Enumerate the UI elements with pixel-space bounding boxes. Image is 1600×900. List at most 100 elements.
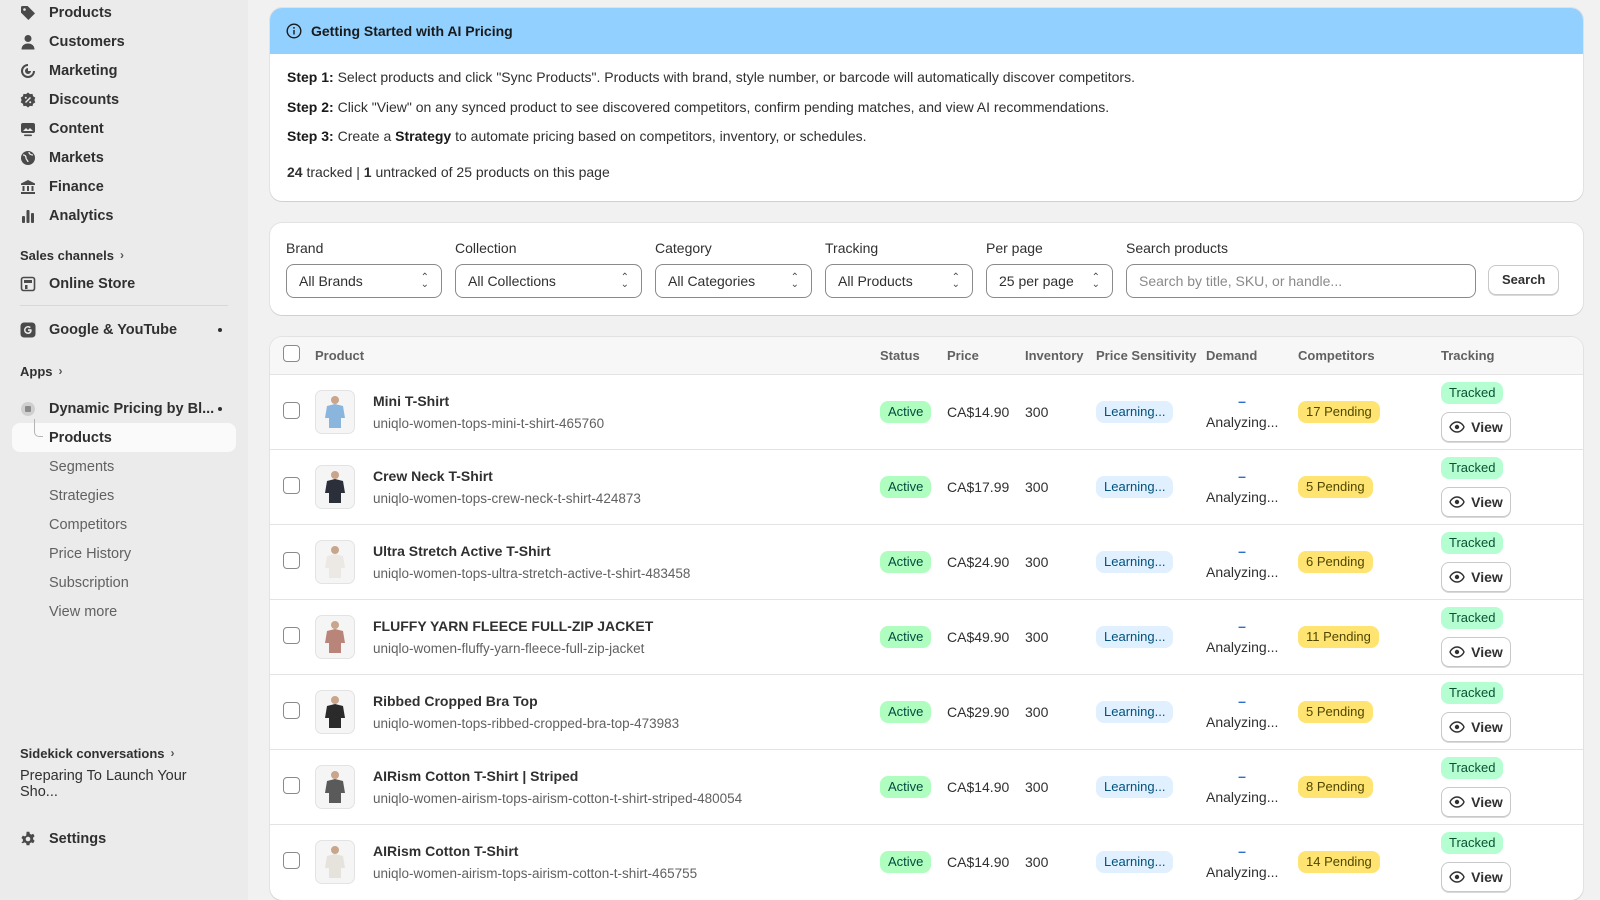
product-title[interactable]: FLUFFY YARN FLEECE FULL-ZIP JACKET: [373, 616, 653, 636]
product-title[interactable]: AIRism Cotton T-Shirt: [373, 841, 697, 861]
table-row[interactable]: FLUFFY YARN FLEECE FULL-ZIP JACKET uniql…: [270, 599, 1583, 675]
competitors-pending-badge[interactable]: 11 Pending: [1298, 626, 1379, 648]
app-sub-view-more[interactable]: View more: [12, 597, 236, 626]
product-title[interactable]: Crew Neck T-Shirt: [373, 466, 641, 486]
divider: [20, 305, 228, 306]
competitors-pending-badge[interactable]: 6 Pending: [1298, 551, 1373, 573]
select-arrows-icon: ⌃ ⌄: [1091, 271, 1100, 290]
sidebar-item-customers[interactable]: Customers: [12, 27, 236, 56]
sidekick-conversation-item[interactable]: Preparing To Launch Your Sho...: [12, 768, 236, 800]
table-row[interactable]: Ribbed Cropped Bra Top uniqlo-women-tops…: [270, 674, 1583, 750]
inventory-value: 300: [1025, 554, 1049, 570]
col-demand[interactable]: Demand: [1206, 337, 1298, 375]
collection-select[interactable]: All Collections ⌃ ⌄: [455, 263, 642, 298]
garment-icon: [325, 471, 345, 503]
col-product[interactable]: Product: [315, 337, 880, 375]
app-sub-segments[interactable]: Segments: [12, 452, 236, 481]
select-all-checkbox[interactable]: [283, 345, 300, 363]
category-select[interactable]: All Categories ⌃ ⌄: [655, 263, 812, 298]
app-sub-strategies[interactable]: Strategies: [12, 481, 236, 510]
eye-icon: [1449, 571, 1465, 583]
col-price[interactable]: Price: [947, 337, 1025, 375]
category-label: Category: [655, 239, 712, 256]
product-title[interactable]: Mini T-Shirt: [373, 391, 604, 411]
col-competitors[interactable]: Competitors: [1298, 337, 1441, 375]
row-checkbox[interactable]: [283, 627, 300, 644]
sidekick-section[interactable]: Sidekick conversations ›: [12, 739, 183, 767]
product-title[interactable]: Ultra Stretch Active T-Shirt: [373, 541, 690, 561]
view-button[interactable]: View: [1441, 562, 1511, 592]
product-title[interactable]: Ribbed Cropped Bra Top: [373, 691, 679, 711]
sidebar-item-discounts[interactable]: Discounts: [12, 85, 236, 114]
view-button[interactable]: View: [1441, 787, 1511, 817]
demand-status: Analyzing...: [1206, 564, 1279, 580]
sidebar-item-google-youtube[interactable]: Google & YouTube: [12, 315, 236, 344]
row-checkbox[interactable]: [283, 402, 300, 419]
col-price-sensitivity[interactable]: Price Sensitivity: [1096, 337, 1206, 375]
status-badge: Active: [880, 701, 932, 723]
app-sub-price-history[interactable]: Price History: [12, 539, 236, 568]
sidebar-item-label: Google & YouTube: [49, 321, 178, 338]
row-checkbox[interactable]: [283, 852, 300, 870]
row-checkbox[interactable]: [283, 477, 300, 494]
competitors-pending-badge[interactable]: 5 Pending: [1298, 701, 1373, 723]
table-row[interactable]: AIRism Cotton T-Shirt | Striped uniqlo-w…: [270, 749, 1583, 825]
sidebar-item-analytics[interactable]: Analytics: [12, 201, 236, 230]
table-row[interactable]: AIRism Cotton T-Shirt uniqlo-women-airis…: [270, 824, 1583, 900]
sidebar-item-label: Marketing: [49, 62, 118, 79]
demand-status: Analyzing...: [1206, 414, 1279, 430]
app-sub-products[interactable]: Products: [12, 423, 236, 452]
competitors-pending-badge[interactable]: 17 Pending: [1298, 401, 1380, 423]
col-tracking[interactable]: Tracking: [1441, 337, 1583, 375]
sidebar-item-online-store[interactable]: Online Store: [12, 269, 236, 298]
demand-status: Analyzing...: [1206, 789, 1279, 805]
product-handle: uniqlo-women-airism-tops-airism-cotton-t…: [373, 865, 698, 881]
sidebar-item-products[interactable]: Products: [12, 0, 236, 27]
table-row[interactable]: Crew Neck T-Shirt uniqlo-women-tops-crew…: [270, 449, 1583, 525]
notification-dot: [218, 406, 222, 411]
table-row[interactable]: Mini T-Shirt uniqlo-women-tops-mini-t-sh…: [270, 374, 1583, 450]
price-value: CA$14.90: [947, 404, 1010, 420]
sidebar-item-label: Online Store: [49, 275, 136, 292]
product-title[interactable]: AIRism Cotton T-Shirt | Striped: [373, 766, 742, 786]
getting-started-banner: Getting Started with AI Pricing Step 1: …: [270, 8, 1583, 201]
col-inventory[interactable]: Inventory: [1025, 337, 1096, 375]
row-checkbox[interactable]: [283, 552, 300, 569]
sidebar-item-dynamic-pricing-app[interactable]: Dynamic Pricing by Bl...: [12, 394, 236, 423]
apps-section[interactable]: Apps ›: [12, 357, 236, 385]
app-sub-subscription[interactable]: Subscription: [12, 568, 236, 597]
sidebar-item-markets[interactable]: Markets: [12, 143, 236, 172]
tracking-cell: Tracked View: [1441, 457, 1583, 517]
app-sub-competitors[interactable]: Competitors: [12, 510, 236, 539]
view-button[interactable]: View: [1441, 637, 1511, 667]
status-badge: Active: [880, 401, 932, 423]
tracking-filter: Tracking All Products ⌃ ⌄: [825, 240, 973, 315]
view-button[interactable]: View: [1441, 412, 1511, 442]
table-row[interactable]: Ultra Stretch Active T-Shirt uniqlo-wome…: [270, 524, 1583, 600]
price-value: CA$49.90: [947, 629, 1010, 645]
view-button[interactable]: View: [1441, 862, 1511, 893]
search-button[interactable]: Search: [1488, 264, 1560, 295]
sidebar-item-label: Analytics: [49, 207, 114, 224]
view-button[interactable]: View: [1441, 487, 1511, 517]
competitors-pending-badge[interactable]: 14 Pending: [1298, 851, 1380, 874]
sidebar-item-content[interactable]: Content: [12, 114, 236, 143]
competitors-pending-badge[interactable]: 5 Pending: [1298, 476, 1373, 498]
tracking-select[interactable]: All Products ⌃ ⌄: [825, 263, 973, 298]
eye-icon: [1449, 871, 1465, 883]
view-button[interactable]: View: [1441, 712, 1511, 742]
sidebar-item-settings[interactable]: Settings: [12, 824, 236, 853]
per-page-select[interactable]: 25 per page ⌃ ⌄: [986, 263, 1113, 298]
brand-select[interactable]: All Brands ⌃ ⌄: [286, 263, 442, 298]
col-status[interactable]: Status: [880, 337, 947, 375]
row-checkbox[interactable]: [283, 777, 300, 794]
row-checkbox[interactable]: [283, 702, 300, 719]
sales-channels-section[interactable]: Sales channels ›: [12, 241, 236, 269]
product-handle: uniqlo-women-tops-ultra-stretch-active-t…: [373, 565, 691, 581]
price-sensitivity-badge: Learning...: [1096, 851, 1174, 874]
sidebar-item-marketing[interactable]: Marketing: [12, 56, 236, 85]
competitors-pending-badge[interactable]: 8 Pending: [1298, 776, 1373, 798]
search-input[interactable]: [1126, 263, 1476, 298]
step-1: Step 1: Select products and click "Sync …: [287, 67, 1566, 97]
sidebar-item-finance[interactable]: Finance: [12, 172, 236, 201]
